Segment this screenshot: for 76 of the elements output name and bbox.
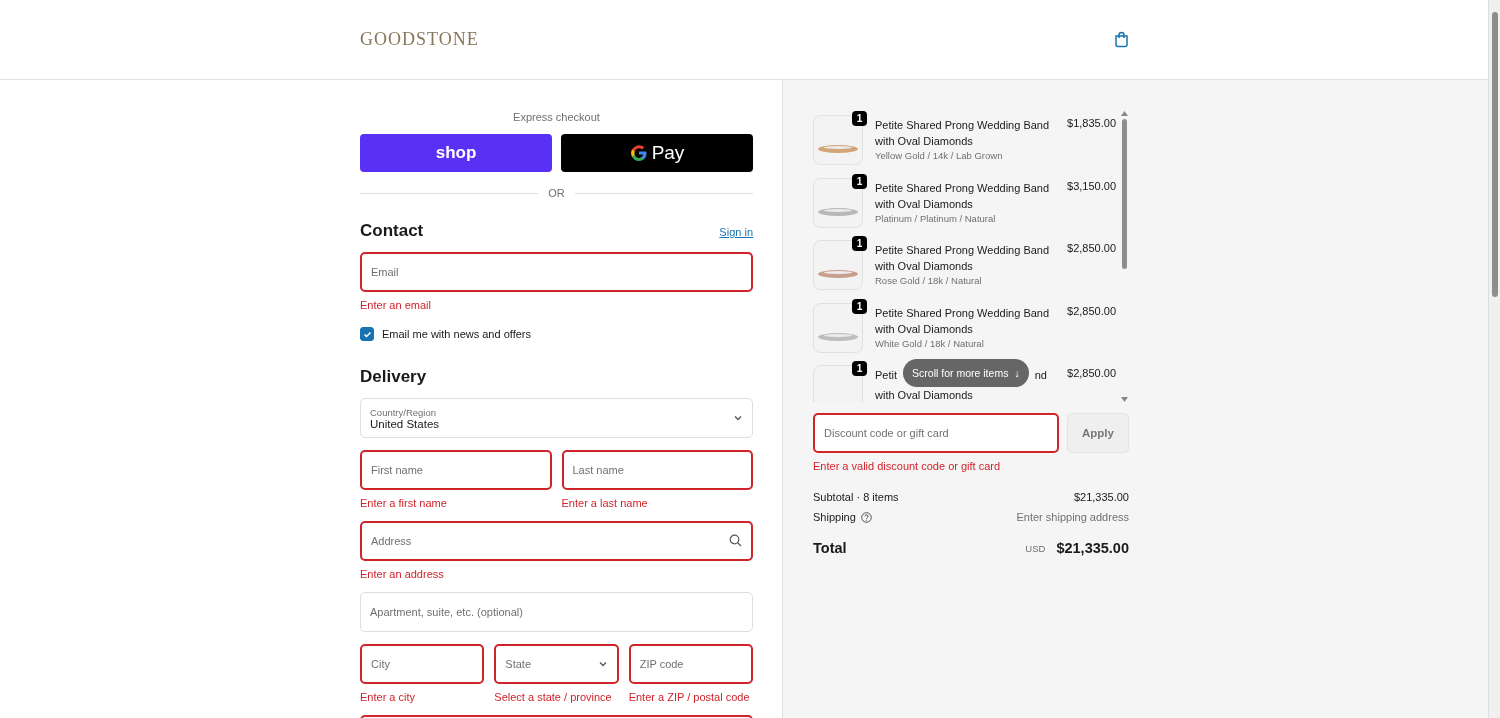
google-pay-button[interactable]: Pay xyxy=(561,134,753,172)
product-price: $2,850.00 xyxy=(1067,241,1116,256)
product-title: nd xyxy=(1034,368,1047,383)
scrollbar[interactable] xyxy=(1488,0,1500,718)
product-price: $3,150.00 xyxy=(1067,178,1116,194)
sign-in-link[interactable]: Sign in xyxy=(719,226,753,238)
divider-label: OR xyxy=(548,187,565,199)
product-variant: Rose Gold / 18k / Natural xyxy=(875,275,983,286)
input-field[interactable]: First name xyxy=(360,450,552,490)
ring-thumbnail xyxy=(813,177,863,228)
error-message: Enter an email xyxy=(360,299,432,311)
quantity-badge: 1 xyxy=(852,298,867,314)
ring-thumbnail xyxy=(813,302,863,353)
input-field[interactable]: City xyxy=(360,644,485,684)
product-variant: Platinum / Platinum / Natural xyxy=(875,212,997,224)
shopping-bag-icon[interactable] xyxy=(1114,31,1129,48)
ring-thumbnail xyxy=(813,240,863,290)
scroll-hint[interactable]: Scroll for more items ↓ xyxy=(903,359,1029,387)
product-title: Petite Shared Prong Wedding Band with Oval Diamonds xyxy=(875,305,1051,337)
error-message: Enter an address xyxy=(360,568,445,580)
discount-field[interactable]: Discount code or gift card xyxy=(813,413,1059,453)
error-message: Enter a valid discount code or gift card xyxy=(813,460,1002,472)
check-icon xyxy=(362,329,372,339)
field-label: Country/Region xyxy=(370,406,437,418)
subtotal-value: $21,335.00 xyxy=(1073,491,1129,503)
address-field[interactable]: Address xyxy=(360,521,753,561)
ring-thumbnail xyxy=(813,365,863,402)
ring-thumbnail xyxy=(813,115,863,165)
error-message: Select a state / province xyxy=(494,691,613,703)
select-placeholder: State xyxy=(505,658,532,670)
apply-button[interactable]: Apply xyxy=(1067,413,1129,453)
section-label: Express checkout xyxy=(512,111,601,123)
product-price: $2,850.00 xyxy=(1067,303,1116,319)
caret-up-icon[interactable] xyxy=(1120,111,1128,116)
section-heading: Contact xyxy=(360,221,424,241)
product-title: with Oval Diamonds xyxy=(875,388,974,402)
shop-pay-button[interactable]: shop xyxy=(360,134,552,172)
chevron-down-icon xyxy=(733,413,743,423)
help-icon[interactable] xyxy=(860,511,872,523)
product-price: $2,850.00 xyxy=(1067,366,1116,381)
product-variant: Yellow Gold / 14k / Lab Grown xyxy=(875,150,1004,161)
total-value: $21,335.00 xyxy=(1056,540,1129,556)
error-message: Enter a city xyxy=(360,691,417,703)
shipping-label: Shipping xyxy=(813,511,856,523)
quantity-badge: 1 xyxy=(852,173,867,189)
state-select[interactable]: State xyxy=(494,644,619,684)
quantity-badge: 1 xyxy=(852,236,867,251)
caret-down-icon[interactable] xyxy=(1120,397,1128,402)
newsletter-checkbox[interactable]: Email me with news and offers xyxy=(360,327,753,341)
product-title: Petite Shared Prong Wedding Band with Oval Diamonds xyxy=(875,180,1051,212)
select-value: United States xyxy=(370,417,440,430)
shipping-value: Enter shipping address xyxy=(1016,511,1129,523)
input-field[interactable]: Last name xyxy=(561,450,753,490)
checkbox[interactable] xyxy=(360,327,374,341)
search-icon xyxy=(729,534,742,547)
product-title: Petit xyxy=(875,368,897,383)
scrollbar[interactable] xyxy=(1119,111,1129,402)
quantity-badge: 1 xyxy=(852,111,867,126)
error-message: Enter a ZIP / postal code xyxy=(628,691,751,703)
input-field[interactable]: Email xyxy=(360,252,753,292)
store-logo[interactable]: GOODSTONE xyxy=(360,29,479,50)
error-message: Enter a first name xyxy=(360,497,448,509)
country-select[interactable]: Country/Region United States xyxy=(360,398,753,438)
chevron-down-icon xyxy=(597,659,608,669)
error-message: Enter a last name xyxy=(561,497,649,509)
product-title: Petite Shared Prong Wedding Band with Oval Diamonds xyxy=(875,243,1051,274)
section-heading: Delivery xyxy=(360,367,427,387)
product-title: Petite Shared Prong Wedding Band with Oval Diamonds xyxy=(875,118,1051,149)
currency-code: USD xyxy=(1025,542,1046,554)
subtotal-label: Subtotal · 8 items xyxy=(813,491,899,503)
quantity-badge: 1 xyxy=(852,361,867,376)
product-price: $1,835.00 xyxy=(1067,116,1116,131)
product-variant: White Gold / 18k / Natural xyxy=(875,337,985,349)
total-label: Total xyxy=(813,540,847,556)
input-field[interactable]: ZIP code xyxy=(628,644,753,684)
google-g-icon xyxy=(629,144,648,162)
